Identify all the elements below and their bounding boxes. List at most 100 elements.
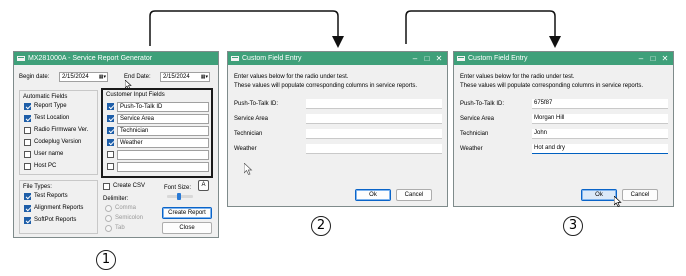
mouse-pointer-icon [614,196,622,207]
cancel-button[interactable]: Cancel [622,189,658,201]
maximize-icon[interactable]: □ [647,52,659,65]
calendar-dropdown-icon[interactable]: ▦▾ [99,73,106,81]
automatic-field-label: Radio Firmware Ver. [34,127,89,133]
maximize-icon[interactable]: □ [421,52,433,65]
delimiter-radio[interactable] [105,205,112,212]
minimize-icon[interactable]: – [635,52,647,65]
step-2-badge: 2 [311,216,331,236]
automatic-field-checkbox[interactable] [24,115,31,122]
customer-field-checkbox[interactable] [107,163,114,170]
mouse-pointer-icon [244,163,253,175]
automatic-field-label: Codeplug Version [34,139,82,145]
field-input[interactable]: John [532,129,668,139]
file-types-title: File Types: [23,184,52,190]
window-titlebar: MX281000A - Service Report Generator [14,52,218,65]
close-icon[interactable]: ✕ [659,52,671,65]
automatic-field-label: Test Location [34,115,70,121]
field-input[interactable] [306,144,442,154]
automatic-fields-title: Automatic Fields [23,94,68,100]
delimiter-option-label: Comma [115,205,137,211]
minimize-icon[interactable]: – [409,52,421,65]
font-size-label: Font Size: [164,185,192,191]
automatic-field-checkbox[interactable] [24,139,31,146]
field-label: Technician [234,131,263,137]
calendar-dropdown-icon[interactable]: ▦▾ [201,73,208,81]
field-label: Weather [234,146,257,152]
begin-date-label: Begin date: [19,74,50,80]
customer-field-checkbox[interactable] [107,151,114,158]
app-icon [231,56,239,61]
customer-field-input[interactable]: Weather [117,138,209,148]
close-icon[interactable]: ✕ [433,52,445,65]
delimiter-radio[interactable] [105,225,112,232]
create-csv-checkbox[interactable] [103,183,110,190]
customer-field-checkbox[interactable] [107,139,114,146]
automatic-field-label: User name [34,151,64,157]
font-size-button[interactable]: A [198,180,209,191]
automatic-field-label: Report Type [34,103,67,109]
field-input[interactable]: 675f87 [532,99,668,109]
field-label: Service Area [234,116,269,122]
field-label: Technician [460,131,489,137]
begin-date-field[interactable]: 2/15/2024 ▦▾ [59,72,108,82]
instruction-line-2: These values will populate corresponding… [234,83,418,89]
field-label: Weather [460,146,483,152]
step-1-badge: 1 [96,250,116,270]
step-3-badge: 3 [563,216,583,236]
app-icon [17,56,25,61]
font-size-slider-thumb[interactable] [177,193,181,200]
file-type-label: Alignment Reports [34,205,84,211]
customer-field-input[interactable] [117,162,209,172]
begin-date-value: 2/15/2024 [62,74,89,80]
font-size-slider[interactable] [167,193,193,200]
file-type-checkbox[interactable] [24,205,31,212]
delimiter-radio[interactable] [105,215,112,222]
automatic-field-checkbox[interactable] [24,127,31,134]
field-input[interactable] [306,129,442,139]
customer-field-checkbox[interactable] [107,103,114,110]
file-type-checkbox[interactable] [24,193,31,200]
delimiter-option-label: Tab [115,225,125,231]
field-input[interactable]: Morgan Hill [532,114,668,124]
custom-field-entry-dialog-filled: Custom Field Entry – □ ✕ Enter values be… [453,51,674,207]
instruction-line-1: Enter values below for the radio under t… [460,74,575,80]
customer-field-checkbox[interactable] [107,127,114,134]
customer-field-input[interactable]: Service Area [117,114,209,124]
customer-field-input[interactable] [117,150,209,160]
ok-button[interactable]: Ok [355,189,391,201]
file-types-group: File Types: Test Reports Alignment Report… [19,180,98,234]
dialog-title: Custom Field Entry [468,55,528,62]
customer-input-fields-group: Customer Input Fields Push-To-Talk ID Ser… [101,88,213,178]
field-label: Push-To-Talk ID: [460,101,505,107]
field-input[interactable] [306,114,442,124]
dialog-titlebar: Custom Field Entry – □ ✕ [454,52,673,65]
ok-button[interactable]: Ok [581,189,617,201]
field-label: Push-To-Talk ID: [234,101,279,107]
flow-arrow-icon [149,10,344,48]
create-report-button[interactable]: Create Report [162,207,212,219]
end-date-field[interactable]: 2/15/2024 ▦▾ [160,72,210,82]
flow-arrow-icon [405,10,561,48]
custom-field-entry-dialog-empty: Custom Field Entry – □ ✕ Enter values be… [227,51,448,207]
file-type-checkbox[interactable] [24,217,31,224]
create-csv-label: Create CSV [113,183,146,189]
end-date-value: 2/15/2024 [163,74,190,80]
file-type-label: SoftPot Reports [34,217,77,223]
automatic-field-label: Host PC [34,163,57,169]
automatic-field-checkbox[interactable] [24,151,31,158]
dialog-title: Custom Field Entry [242,55,302,62]
customer-input-fields-title: Customer Input Fields [106,92,165,98]
customer-field-input[interactable]: Push-To-Talk ID [117,102,209,112]
customer-field-input[interactable]: Technician [117,126,209,136]
automatic-fields-group: Automatic Fields Report Type Test Locatio… [19,90,98,175]
window-title: MX281000A - Service Report Generator [28,55,153,62]
close-button[interactable]: Close [162,222,212,234]
file-type-label: Test Reports [34,193,68,199]
cancel-button[interactable]: Cancel [396,189,432,201]
field-input[interactable]: Hot and dry [532,144,668,154]
automatic-field-checkbox[interactable] [24,163,31,170]
automatic-field-checkbox[interactable] [24,103,31,110]
dialog-titlebar: Custom Field Entry – □ ✕ [228,52,447,65]
customer-field-checkbox[interactable] [107,115,114,122]
field-input[interactable] [306,99,442,109]
